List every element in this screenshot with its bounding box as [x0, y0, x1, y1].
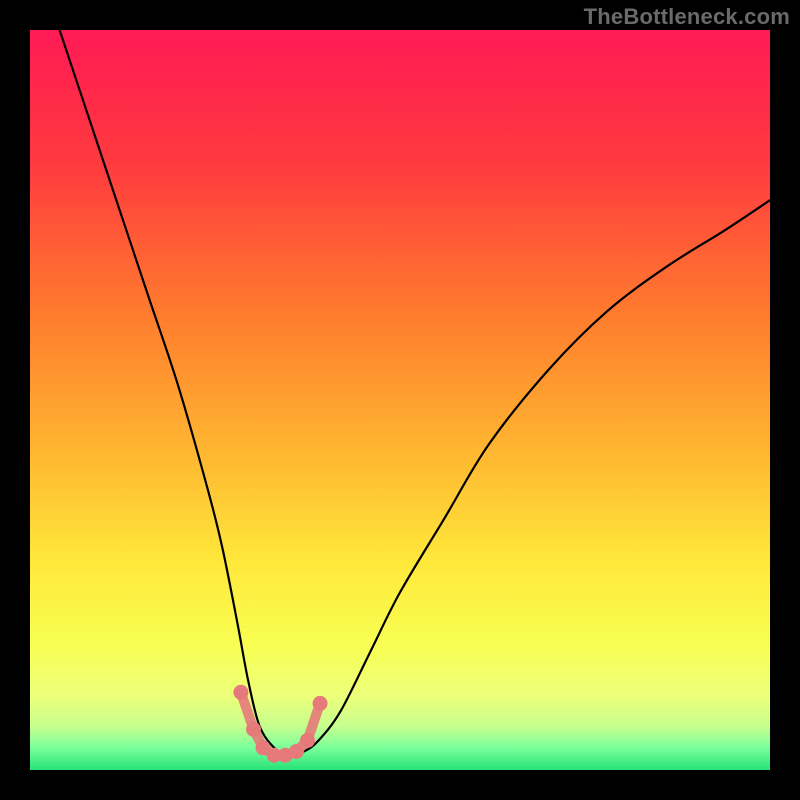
marker-dot	[233, 685, 248, 700]
watermark-text: TheBottleneck.com	[584, 4, 790, 30]
chart-svg	[30, 30, 770, 770]
marker-dot	[300, 733, 315, 748]
chart-frame: TheBottleneck.com	[0, 0, 800, 800]
plot-area	[30, 30, 770, 770]
bottleneck-curve	[60, 30, 770, 755]
marker-dot	[246, 722, 261, 737]
marker-dot	[289, 744, 304, 759]
marker-dot	[313, 696, 328, 711]
minimum-markers	[233, 685, 327, 763]
